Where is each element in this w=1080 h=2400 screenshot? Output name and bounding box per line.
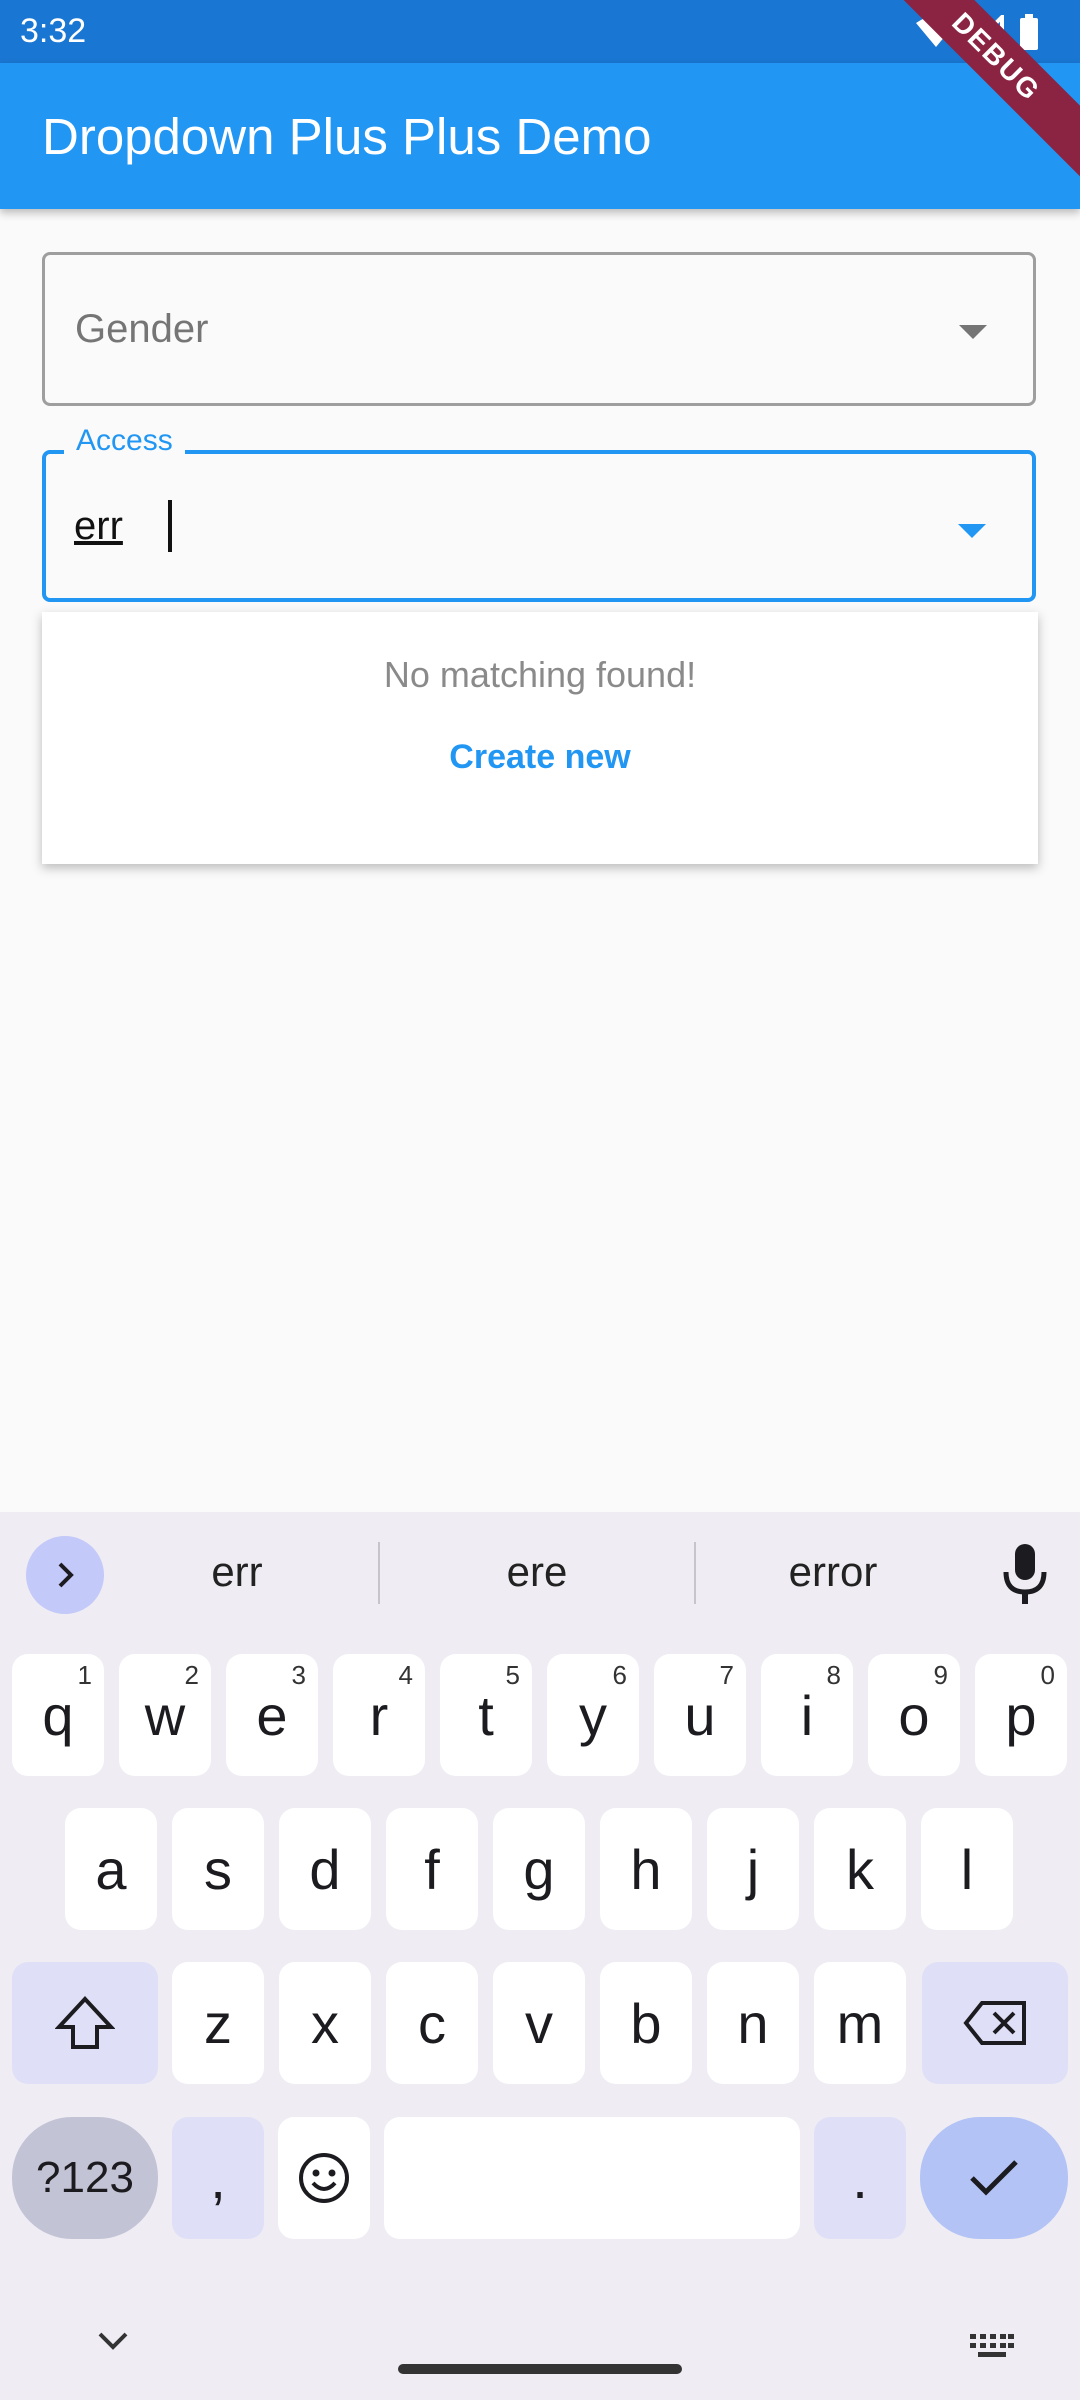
status-time: 3:32 xyxy=(20,12,87,50)
no-match-message: No matching found! xyxy=(383,654,697,695)
key-z[interactable]: z xyxy=(172,1962,264,2084)
key-label: e xyxy=(256,1683,288,1747)
app-bar: Dropdown Plus Plus Demo xyxy=(0,63,1080,209)
key-n[interactable]: n xyxy=(707,1962,799,2084)
key-u[interactable]: u7 xyxy=(654,1654,746,1776)
key-y[interactable]: y6 xyxy=(547,1654,639,1776)
key-b[interactable]: b xyxy=(600,1962,692,2084)
key-a[interactable]: a xyxy=(65,1808,157,1930)
key-label: u xyxy=(684,1683,716,1747)
chevron-down-icon[interactable] xyxy=(96,2330,130,2352)
suggestion-1[interactable]: err xyxy=(112,1548,362,1596)
key-m[interactable]: m xyxy=(814,1962,906,2084)
emoji-key[interactable] xyxy=(278,2117,370,2239)
key-d[interactable]: d xyxy=(279,1808,371,1930)
key-j[interactable]: j xyxy=(707,1808,799,1930)
access-search-input[interactable] xyxy=(74,498,874,554)
key-l[interactable]: l xyxy=(921,1808,1013,1930)
key-f[interactable]: f xyxy=(386,1808,478,1930)
key-label: o xyxy=(898,1683,930,1747)
key-hint: 1 xyxy=(77,1660,92,1690)
key-label: y xyxy=(579,1683,607,1747)
key-r[interactable]: r4 xyxy=(333,1654,425,1776)
key-label: q xyxy=(42,1683,74,1747)
key-k[interactable]: k xyxy=(814,1808,906,1930)
dropdown-arrow-icon[interactable] xyxy=(958,524,986,538)
emoji-icon xyxy=(299,2153,349,2203)
signal-icon xyxy=(970,15,1004,49)
mic-icon[interactable] xyxy=(1000,1542,1050,1606)
suggestion-divider xyxy=(694,1542,696,1604)
key-x[interactable]: x xyxy=(279,1962,371,2084)
create-new-button[interactable]: Create new xyxy=(42,738,1038,777)
key-hint: 8 xyxy=(826,1660,841,1690)
suggestion-bar: err ere error xyxy=(0,1512,1080,1632)
backspace-key[interactable] xyxy=(922,1962,1068,2084)
enter-key[interactable] xyxy=(920,2117,1068,2239)
key-hint: 4 xyxy=(398,1660,413,1690)
soft-keyboard: err ere error q1w2e3r4t5y6u7i8o9p0 asdfg… xyxy=(0,1512,1080,2400)
gender-placeholder: Gender xyxy=(75,307,209,351)
page-title: Dropdown Plus Plus Demo xyxy=(42,108,652,165)
symbols-key[interactable]: ?123 xyxy=(12,2117,158,2239)
status-icons xyxy=(916,10,1040,54)
keyboard-icon[interactable] xyxy=(970,2334,1014,2358)
text-cursor xyxy=(168,500,172,552)
suggestion-2[interactable]: ere xyxy=(412,1548,662,1596)
shift-icon xyxy=(55,1996,115,2049)
gender-dropdown[interactable]: Gender xyxy=(42,252,1036,406)
key-label: t xyxy=(478,1683,494,1747)
key-q[interactable]: q1 xyxy=(12,1654,104,1776)
key-o[interactable]: o9 xyxy=(868,1654,960,1776)
key-label: r xyxy=(369,1683,389,1747)
suggestion-3[interactable]: error xyxy=(708,1548,958,1596)
key-hint: 0 xyxy=(1040,1660,1055,1690)
key-hint: 6 xyxy=(612,1660,627,1690)
key-t[interactable]: t5 xyxy=(440,1654,532,1776)
home-indicator[interactable] xyxy=(398,2364,682,2374)
key-p[interactable]: p0 xyxy=(975,1654,1067,1776)
access-dropdown[interactable]: Access xyxy=(42,424,1036,602)
chevron-right-icon xyxy=(58,1562,74,1588)
key-c[interactable]: c xyxy=(386,1962,478,2084)
check-icon xyxy=(970,2160,1018,2196)
space-key[interactable] xyxy=(384,2117,800,2239)
key-label: i xyxy=(800,1683,814,1747)
key-hint: 2 xyxy=(184,1660,199,1690)
key-hint: 5 xyxy=(505,1660,520,1690)
key-h[interactable]: h xyxy=(600,1808,692,1930)
expand-toolbar-button[interactable] xyxy=(26,1536,104,1614)
status-bar: 3:32 xyxy=(0,0,1080,63)
key-label: w xyxy=(144,1683,186,1747)
key-e[interactable]: e3 xyxy=(226,1654,318,1776)
suggestion-divider xyxy=(378,1542,380,1604)
wifi-icon xyxy=(916,16,956,47)
comma-key[interactable]: , xyxy=(172,2117,264,2239)
key-hint: 3 xyxy=(291,1660,306,1690)
key-w[interactable]: w2 xyxy=(119,1654,211,1776)
period-key[interactable]: . xyxy=(814,2117,906,2239)
access-label: Access xyxy=(64,424,185,458)
dropdown-arrow-icon xyxy=(959,325,987,339)
battery-icon xyxy=(1020,14,1038,50)
key-i[interactable]: i8 xyxy=(761,1654,853,1776)
key-s[interactable]: s xyxy=(172,1808,264,1930)
key-hint: 9 xyxy=(933,1660,948,1690)
backspace-icon xyxy=(963,2001,1026,2045)
key-g[interactable]: g xyxy=(493,1808,585,1930)
shift-key[interactable] xyxy=(12,1962,158,2084)
key-v[interactable]: v xyxy=(493,1962,585,2084)
dropdown-popup: No matching found! Create new xyxy=(42,612,1038,864)
key-label: p xyxy=(1005,1683,1037,1747)
key-hint: 7 xyxy=(719,1660,734,1690)
